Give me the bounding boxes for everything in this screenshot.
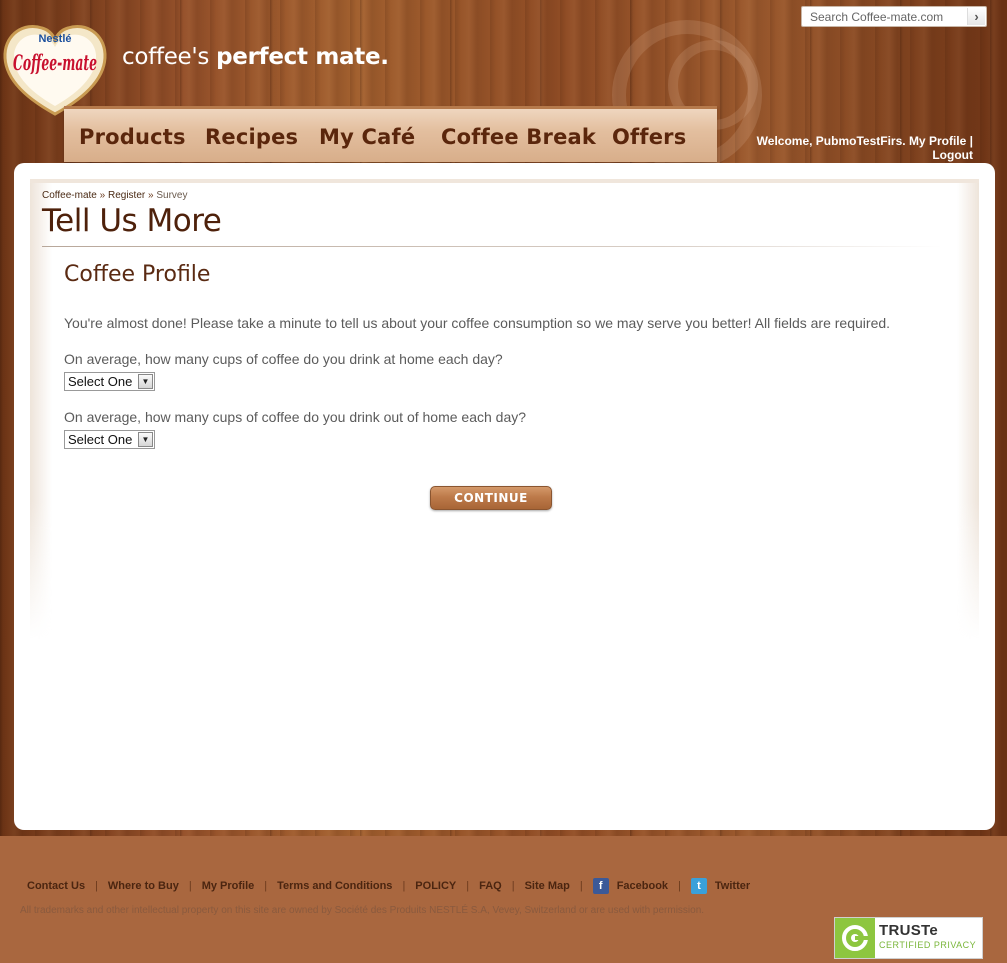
footer-separator: | <box>188 880 192 892</box>
title-divider <box>42 246 942 247</box>
welcome-text: Welcome, PubmoTestFirs. <box>756 134 906 148</box>
breadcrumb-separator: » <box>148 190 154 201</box>
select-value: Select One <box>68 432 133 447</box>
footer-my-profile[interactable]: My Profile <box>202 880 255 892</box>
logout-link[interactable]: Logout <box>932 148 973 162</box>
coffee-mate-logo[interactable]: Nestlé Coffee-mate <box>2 18 108 118</box>
footer-separator: | <box>95 880 98 892</box>
tagline: coffee's perfect mate. <box>122 44 389 70</box>
breadcrumb-separator: » <box>99 190 106 201</box>
nav-item-coffee-break[interactable]: Coffee Break <box>441 125 596 149</box>
footer-contact-us[interactable]: Contact Us <box>27 880 85 892</box>
footer-faq[interactable]: FAQ <box>479 880 502 892</box>
section-title: Coffee Profile <box>64 262 211 287</box>
main-nav: Products Recipes My Café Coffee Break Of… <box>64 106 717 162</box>
cups-at-home-select[interactable]: Select One ▼ <box>64 372 155 391</box>
breadcrumb-current: Survey <box>156 190 188 201</box>
footer-separator: | <box>579 880 583 892</box>
search-go-button[interactable]: › <box>967 8 985 25</box>
content-panel: Coffee-mate » Register » Survey Tell Us … <box>14 163 995 830</box>
select-value: Select One <box>68 374 133 389</box>
continue-button[interactable]: CONTINUE <box>430 486 552 510</box>
footer-separator: | <box>511 880 515 892</box>
truste-name: TRUSTe <box>879 922 939 939</box>
divider: | <box>969 134 973 148</box>
footer-policy[interactable]: POLICY <box>415 880 456 892</box>
cups-out-of-home-select[interactable]: Select One ▼ <box>64 430 155 449</box>
legal-notice: All trademarks and other intellectual pr… <box>20 905 705 916</box>
truste-seal-icon <box>835 918 875 958</box>
dropdown-arrow-icon: ▼ <box>138 374 153 389</box>
dropdown-arrow-icon: ▼ <box>138 432 153 447</box>
nav-item-recipes[interactable]: Recipes <box>205 125 298 149</box>
footer-twitter[interactable]: Twitter <box>715 880 750 892</box>
footer-separator: | <box>466 880 470 892</box>
footer-separator: | <box>402 880 406 892</box>
page-title: Tell Us More <box>42 203 222 239</box>
facebook-icon[interactable]: f <box>592 878 609 894</box>
breadcrumb-home[interactable]: Coffee-mate <box>42 190 97 201</box>
chevron-right-icon: › <box>974 9 979 24</box>
truste-subtitle: CERTIFIED PRIVACY <box>879 940 977 950</box>
nav-item-offers[interactable]: Offers <box>612 125 686 149</box>
question-out-of-home-label: On average, how many cups of coffee do y… <box>64 409 527 425</box>
search-box: › <box>801 6 987 27</box>
svg-text:Coffee-mate: Coffee-mate <box>13 50 97 75</box>
footer-links: Contact Us | Where to Buy | My Profile |… <box>27 878 750 894</box>
my-profile-link[interactable]: My Profile <box>909 134 966 148</box>
truste-badge[interactable]: TRUSTe CERTIFIED PRIVACY <box>834 917 983 959</box>
breadcrumb-register[interactable]: Register <box>108 190 145 201</box>
question-at-home-label: On average, how many cups of coffee do y… <box>64 351 503 367</box>
footer-facebook[interactable]: Facebook <box>617 880 668 892</box>
footer-site-map[interactable]: Site Map <box>525 880 570 892</box>
intro-text: You're almost done! Please take a minute… <box>64 315 891 331</box>
footer-separator: | <box>678 880 681 892</box>
footer-terms[interactable]: Terms and Conditions <box>277 880 392 892</box>
nav-item-my-cafe[interactable]: My Café <box>319 125 415 149</box>
twitter-icon[interactable]: t <box>690 878 707 894</box>
breadcrumb: Coffee-mate » Register » Survey <box>42 190 187 201</box>
search-input[interactable] <box>802 7 967 26</box>
svg-text:Nestlé: Nestlé <box>38 33 71 45</box>
footer-separator: | <box>264 880 268 892</box>
footer-where-to-buy[interactable]: Where to Buy <box>108 880 179 892</box>
user-welcome: Welcome, PubmoTestFirs. My Profile | Log… <box>757 134 973 162</box>
nav-item-products[interactable]: Products <box>79 125 186 149</box>
